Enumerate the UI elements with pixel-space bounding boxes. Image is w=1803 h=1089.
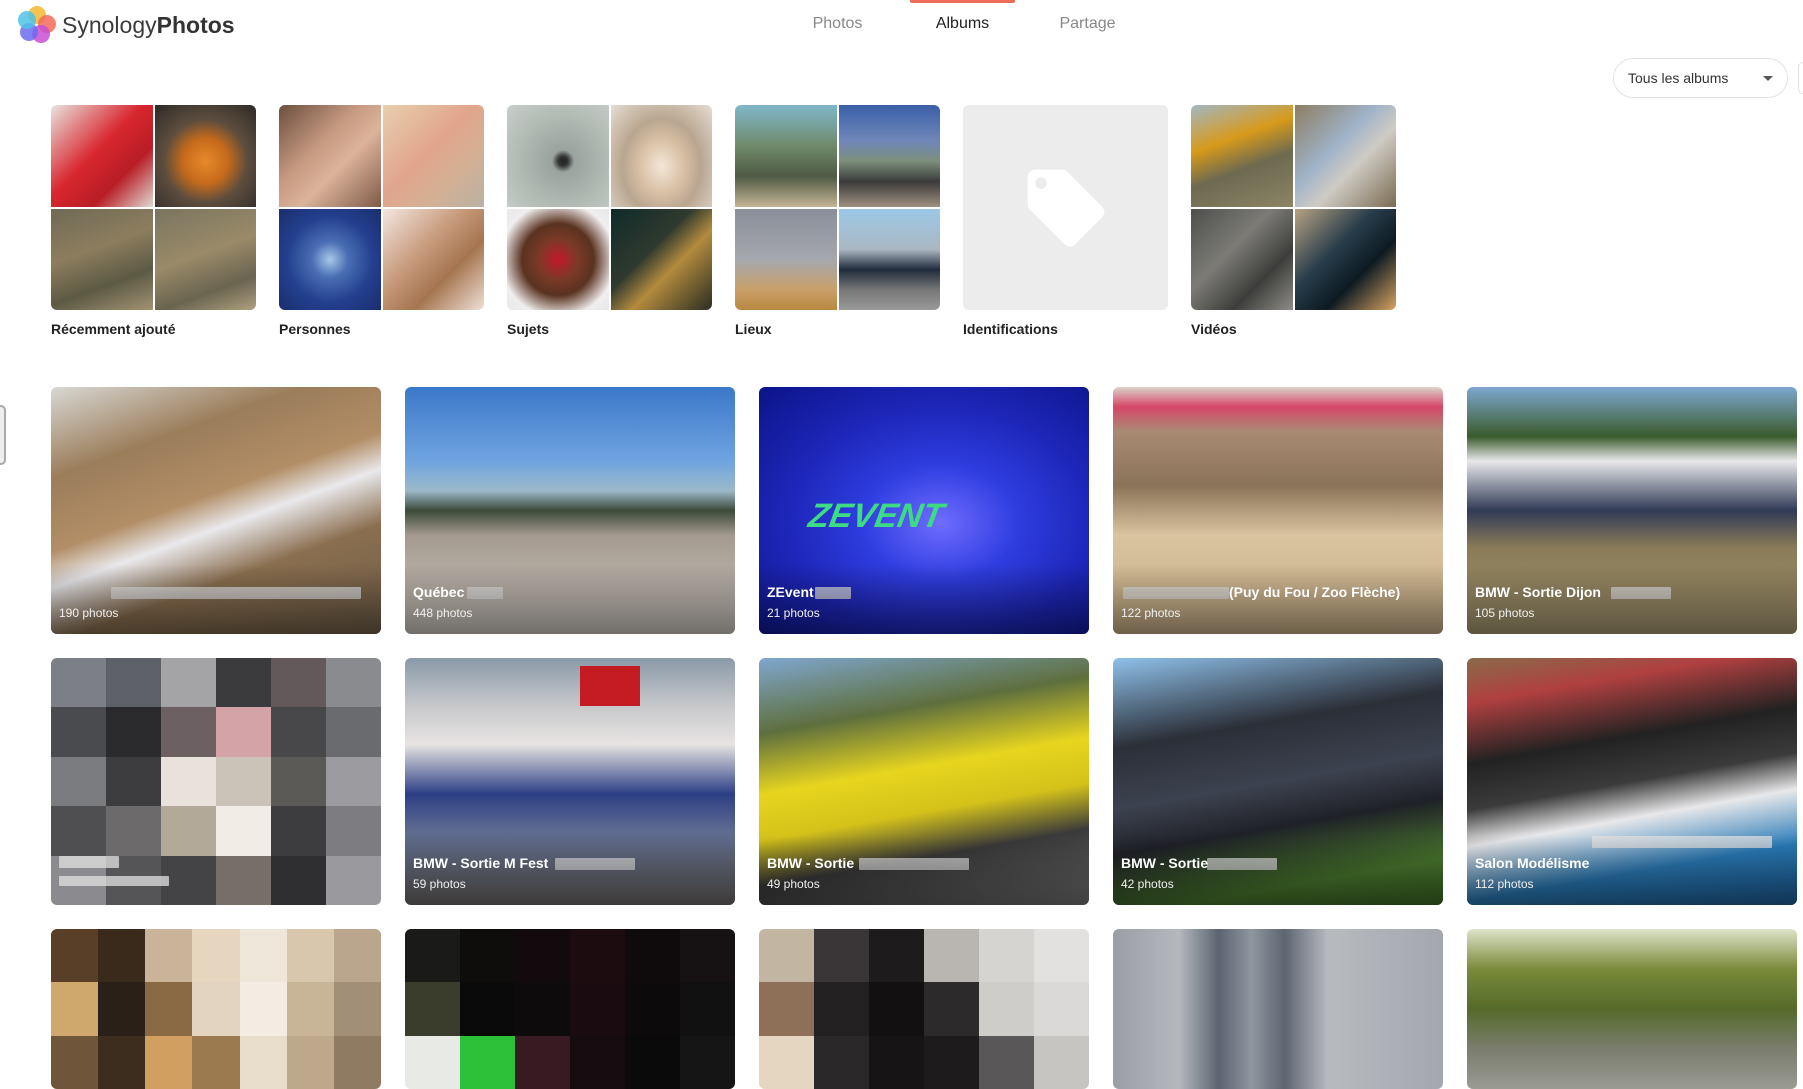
smart-album-label: Sujets bbox=[507, 321, 550, 337]
smart-album-places[interactable]: Lieux bbox=[735, 105, 940, 337]
top-bar: SynologyPhotos Photos Albums Partage bbox=[0, 0, 1803, 50]
smart-album-thumbnail bbox=[279, 105, 484, 310]
app-logo[interactable]: SynologyPhotos bbox=[18, 6, 235, 44]
album-title: ZEvent bbox=[767, 584, 814, 600]
album-count: 448 photos bbox=[413, 606, 473, 620]
smart-album-subjects[interactable]: Sujets bbox=[507, 105, 712, 337]
smart-album-thumbnail bbox=[1191, 105, 1396, 310]
smart-album-thumbnail bbox=[507, 105, 712, 310]
app-title: SynologyPhotos bbox=[62, 11, 235, 38]
smart-album-thumbnail bbox=[735, 105, 940, 310]
album-title: BMW - Sortie M Fest bbox=[413, 855, 549, 871]
album-title: Québec bbox=[413, 584, 465, 600]
smart-album-thumbnail bbox=[963, 105, 1168, 310]
album-count: 112 photos bbox=[1475, 877, 1534, 891]
album-count: 21 photos bbox=[767, 606, 820, 620]
album-card[interactable] bbox=[1113, 929, 1443, 1089]
pixelated-thumbnail bbox=[51, 929, 381, 1089]
album-count: 105 photos bbox=[1475, 606, 1535, 620]
album-card[interactable] bbox=[1467, 929, 1797, 1089]
smart-album-label: Récemment ajouté bbox=[51, 321, 176, 337]
album-count: 122 photos bbox=[1121, 606, 1181, 620]
side-drawer-handle[interactable] bbox=[0, 405, 6, 465]
smart-album-tags[interactable]: Identifications bbox=[963, 105, 1168, 337]
album-card[interactable]: BMW - Sortie 49 photos bbox=[759, 658, 1089, 905]
album-title: (Puy du Fou / Zoo Flèche) bbox=[1229, 584, 1401, 600]
album-card[interactable]: BMW - Sortie M Fest 59 photos bbox=[405, 658, 735, 905]
album-count: 49 photos bbox=[767, 877, 820, 891]
tab-partage[interactable]: Partage bbox=[1025, 0, 1150, 48]
album-card[interactable]: BMW - Sortie Dijon 105 photos bbox=[1467, 387, 1797, 634]
tab-albums[interactable]: Albums bbox=[900, 0, 1025, 48]
album-title: BMW - Sortie Dijon bbox=[1475, 584, 1601, 600]
album-card[interactable]: (Puy du Fou / Zoo Flèche) 122 photos bbox=[1113, 387, 1443, 634]
smart-album-label: Vidéos bbox=[1191, 321, 1237, 337]
album-title: BMW - Sortie bbox=[1121, 855, 1209, 871]
album-title: Salon Modélisme bbox=[1475, 855, 1590, 871]
tag-icon bbox=[1027, 169, 1105, 247]
smart-album-recent[interactable]: Récemment ajouté bbox=[51, 105, 256, 337]
smart-album-people[interactable]: Personnes bbox=[279, 105, 484, 337]
main-tabs: Photos Albums Partage bbox=[775, 0, 1150, 48]
smart-album-label: Lieux bbox=[735, 321, 772, 337]
album-card[interactable]: Québec 448 photos bbox=[405, 387, 735, 634]
album-card[interactable]: ZEVENT ZEvent 21 photos bbox=[759, 387, 1089, 634]
pixelated-thumbnail bbox=[405, 929, 735, 1089]
tab-photos[interactable]: Photos bbox=[775, 0, 900, 48]
store-sign bbox=[580, 666, 640, 706]
caret-down-icon bbox=[1763, 76, 1773, 81]
zevent-logo: ZEVENT bbox=[805, 497, 947, 535]
album-card[interactable] bbox=[51, 658, 381, 905]
blurred-text bbox=[59, 856, 119, 868]
pixelated-thumbnail bbox=[759, 929, 1089, 1089]
album-filter-value: Tous les albums bbox=[1628, 70, 1729, 86]
album-count: 59 photos bbox=[413, 877, 466, 891]
album-card[interactable] bbox=[51, 929, 381, 1089]
album-count: 42 photos bbox=[1121, 877, 1174, 891]
album-card[interactable] bbox=[405, 929, 735, 1089]
smart-album-videos[interactable]: Vidéos bbox=[1191, 105, 1396, 337]
smart-album-label: Personnes bbox=[279, 321, 351, 337]
album-card[interactable]: 190 photos bbox=[51, 387, 381, 634]
album-title: BMW - Sortie bbox=[767, 855, 855, 871]
album-card[interactable] bbox=[759, 929, 1089, 1089]
synology-photos-logo-icon bbox=[18, 6, 56, 44]
album-card[interactable]: BMW - Sortie 42 photos bbox=[1113, 658, 1443, 905]
smart-album-label: Identifications bbox=[963, 321, 1058, 337]
album-filter-dropdown[interactable]: Tous les albums bbox=[1613, 58, 1788, 98]
blurred-text bbox=[59, 876, 169, 886]
view-toggle-button[interactable] bbox=[1798, 62, 1803, 94]
album-card[interactable]: Salon Modélisme 112 photos bbox=[1467, 658, 1797, 905]
smart-album-thumbnail bbox=[51, 105, 256, 310]
album-count: 190 photos bbox=[59, 606, 119, 620]
